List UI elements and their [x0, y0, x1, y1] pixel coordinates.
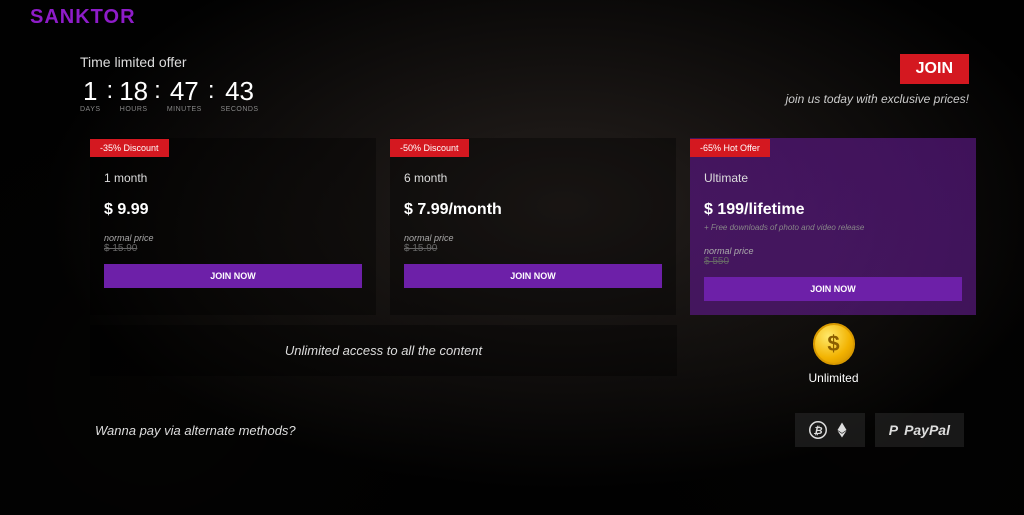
ethereum-icon: [833, 421, 851, 439]
plan-ultimate: -65% Hot Offer Ultimate $ 199/lifetime +…: [690, 138, 976, 315]
join-button[interactable]: JOIN: [900, 54, 969, 84]
normal-price-label: normal price: [704, 246, 962, 256]
countdown-seconds-label: SECONDS: [220, 106, 258, 113]
join-now-button[interactable]: JOIN NOW: [404, 264, 662, 288]
countdown-days-label: DAYS: [80, 106, 101, 113]
join-now-button[interactable]: JOIN NOW: [104, 264, 362, 288]
countdown-minutes: 47: [167, 78, 202, 104]
plan-subtitle: + Free downloads of photo and video rele…: [704, 223, 962, 232]
join-subtitle: join us today with exclusive prices!: [786, 92, 969, 106]
paypal-icon: P: [889, 422, 898, 438]
countdown-days: 1: [80, 78, 101, 104]
plan-price: $ 7.99/month: [404, 201, 662, 219]
countdown-separator: :: [107, 78, 114, 103]
normal-price-value: $ 15.90: [104, 243, 362, 254]
coin-icon: $: [813, 323, 855, 365]
countdown-minutes-label: MINUTES: [167, 106, 202, 113]
join-now-button[interactable]: JOIN NOW: [704, 277, 962, 301]
countdown-timer: 1 DAYS : 18 HOURS : 47 MINUTES : 43 SECO…: [80, 78, 786, 113]
plan-price: $ 199/lifetime: [704, 201, 962, 219]
paypal-label: PayPal: [904, 422, 950, 438]
countdown-separator: :: [208, 78, 215, 103]
svg-text:₿: ₿: [813, 424, 822, 437]
plan-name: Ultimate: [704, 171, 962, 185]
unlimited-access-text: Unlimited access to all the content: [90, 325, 677, 376]
discount-badge: -35% Discount: [90, 139, 169, 157]
paypal-payment-option[interactable]: P PayPal: [875, 413, 964, 447]
bitcoin-icon: ₿: [809, 421, 827, 439]
countdown-seconds: 43: [220, 78, 258, 104]
pricing-plans: -35% Discount 1 month $ 9.99 normal pric…: [0, 113, 1024, 315]
plan-6month: -50% Discount 6 month $ 7.99/month norma…: [390, 138, 676, 315]
plan-1month: -35% Discount 1 month $ 9.99 normal pric…: [90, 138, 376, 315]
normal-price-label: normal price: [104, 233, 362, 243]
normal-price-value: $ 550: [704, 256, 962, 267]
plan-name: 6 month: [404, 171, 662, 185]
plan-price: $ 9.99: [104, 201, 362, 219]
countdown-hours: 18: [119, 78, 148, 104]
alternate-payment-text: Wanna pay via alternate methods?: [95, 423, 296, 438]
countdown-hours-label: HOURS: [119, 106, 148, 113]
crypto-payment-option[interactable]: ₿: [795, 413, 865, 447]
offer-title: Time limited offer: [80, 54, 786, 70]
unlimited-badge: $ Unlimited: [691, 315, 976, 385]
countdown-separator: :: [154, 78, 161, 103]
site-logo[interactable]: SANKTOR: [0, 0, 1024, 29]
normal-price-label: normal price: [404, 233, 662, 243]
normal-price-value: $ 15.90: [404, 243, 662, 254]
plan-name: 1 month: [104, 171, 362, 185]
footer: Wanna pay via alternate methods? ₿ P Pay…: [0, 385, 1024, 447]
unlimited-label: Unlimited: [691, 371, 976, 385]
discount-badge: -50% Discount: [390, 139, 469, 157]
offer-header: Time limited offer 1 DAYS : 18 HOURS : 4…: [0, 29, 1024, 113]
discount-badge: -65% Hot Offer: [690, 139, 770, 157]
